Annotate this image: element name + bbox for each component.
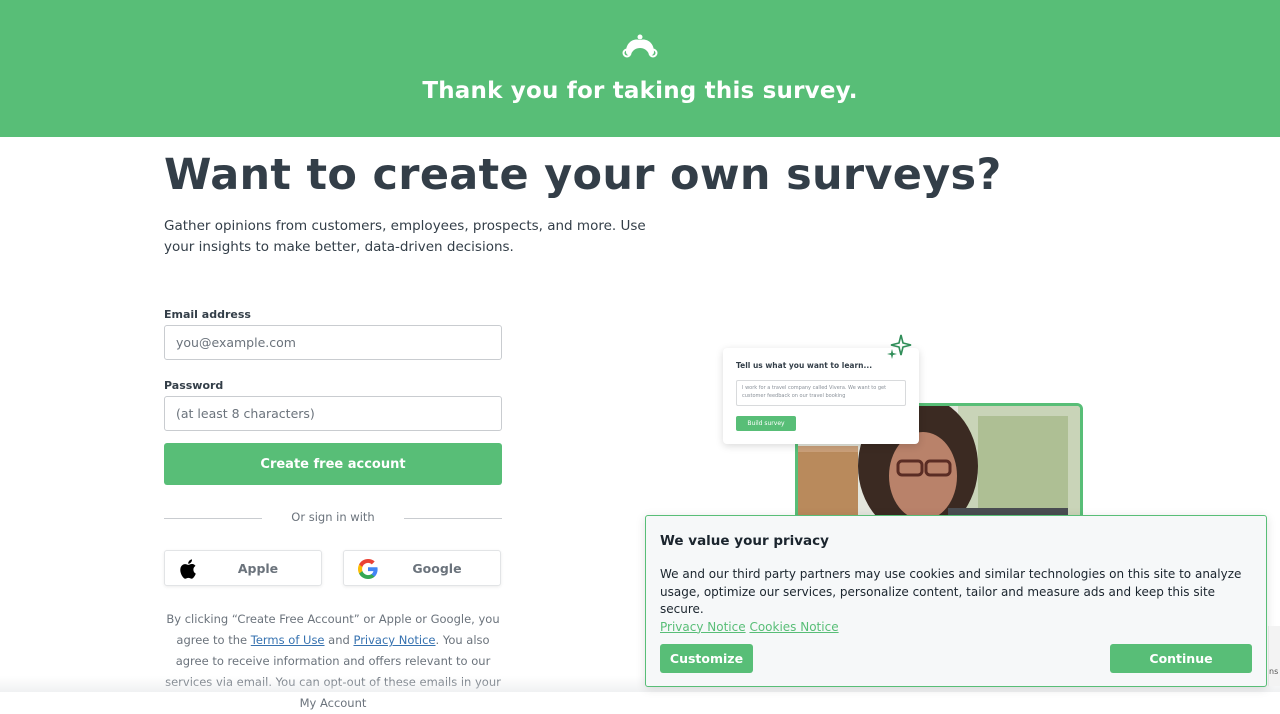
password-label: Password (164, 379, 224, 392)
cookie-title: We value your privacy (660, 533, 829, 549)
cookie-consent-banner: We value your privacy We and our third p… (645, 515, 1267, 687)
recaptcha-badge[interactable]: ns (1268, 626, 1280, 686)
customize-button[interactable]: Customize (660, 644, 753, 673)
recaptcha-text: ns (1269, 667, 1279, 676)
cookies-notice-link[interactable]: Cookies Notice (749, 620, 838, 634)
google-sign-in-button[interactable]: Google (343, 550, 501, 586)
or-sign-in-text: Or sign in with (291, 510, 375, 524)
build-survey-button: Build survey (736, 416, 796, 431)
cookie-body: We and our third party partners may use … (660, 567, 1242, 634)
privacy-notice-link[interactable]: Privacy Notice (353, 633, 435, 647)
apple-sign-in-button[interactable]: Apple (164, 550, 322, 586)
divider-right (404, 518, 502, 519)
password-field[interactable] (164, 396, 502, 431)
sparkle-icon (887, 334, 912, 359)
legal-text: By clicking “Create Free Account” or App… (165, 612, 501, 710)
create-account-button[interactable]: Create free account (164, 443, 502, 485)
survey-prompt-card: Tell us what you want to learn... I work… (723, 348, 919, 444)
page-subtitle: Gather opinions from customers, employee… (164, 218, 646, 255)
prompt-card-input: I work for a travel company called Viver… (736, 380, 906, 406)
header-title: Thank you for taking this survey. (422, 78, 858, 104)
email-label: Email address (164, 308, 251, 321)
thank-you-header: Thank you for taking this survey. (0, 0, 1280, 137)
surveymonkey-logo-icon (622, 34, 658, 58)
prompt-card-title: Tell us what you want to learn... (736, 361, 873, 370)
email-field[interactable] (164, 325, 502, 360)
cookie-privacy-notice-link[interactable]: Privacy Notice (660, 620, 746, 634)
google-label: Google (412, 561, 462, 576)
divider-left (164, 518, 262, 519)
apple-label: Apple (237, 561, 279, 576)
terms-of-use-link[interactable]: Terms of Use (251, 633, 325, 647)
page-title: Want to create your own surveys? (164, 150, 1002, 200)
continue-button[interactable]: Continue (1110, 644, 1252, 673)
